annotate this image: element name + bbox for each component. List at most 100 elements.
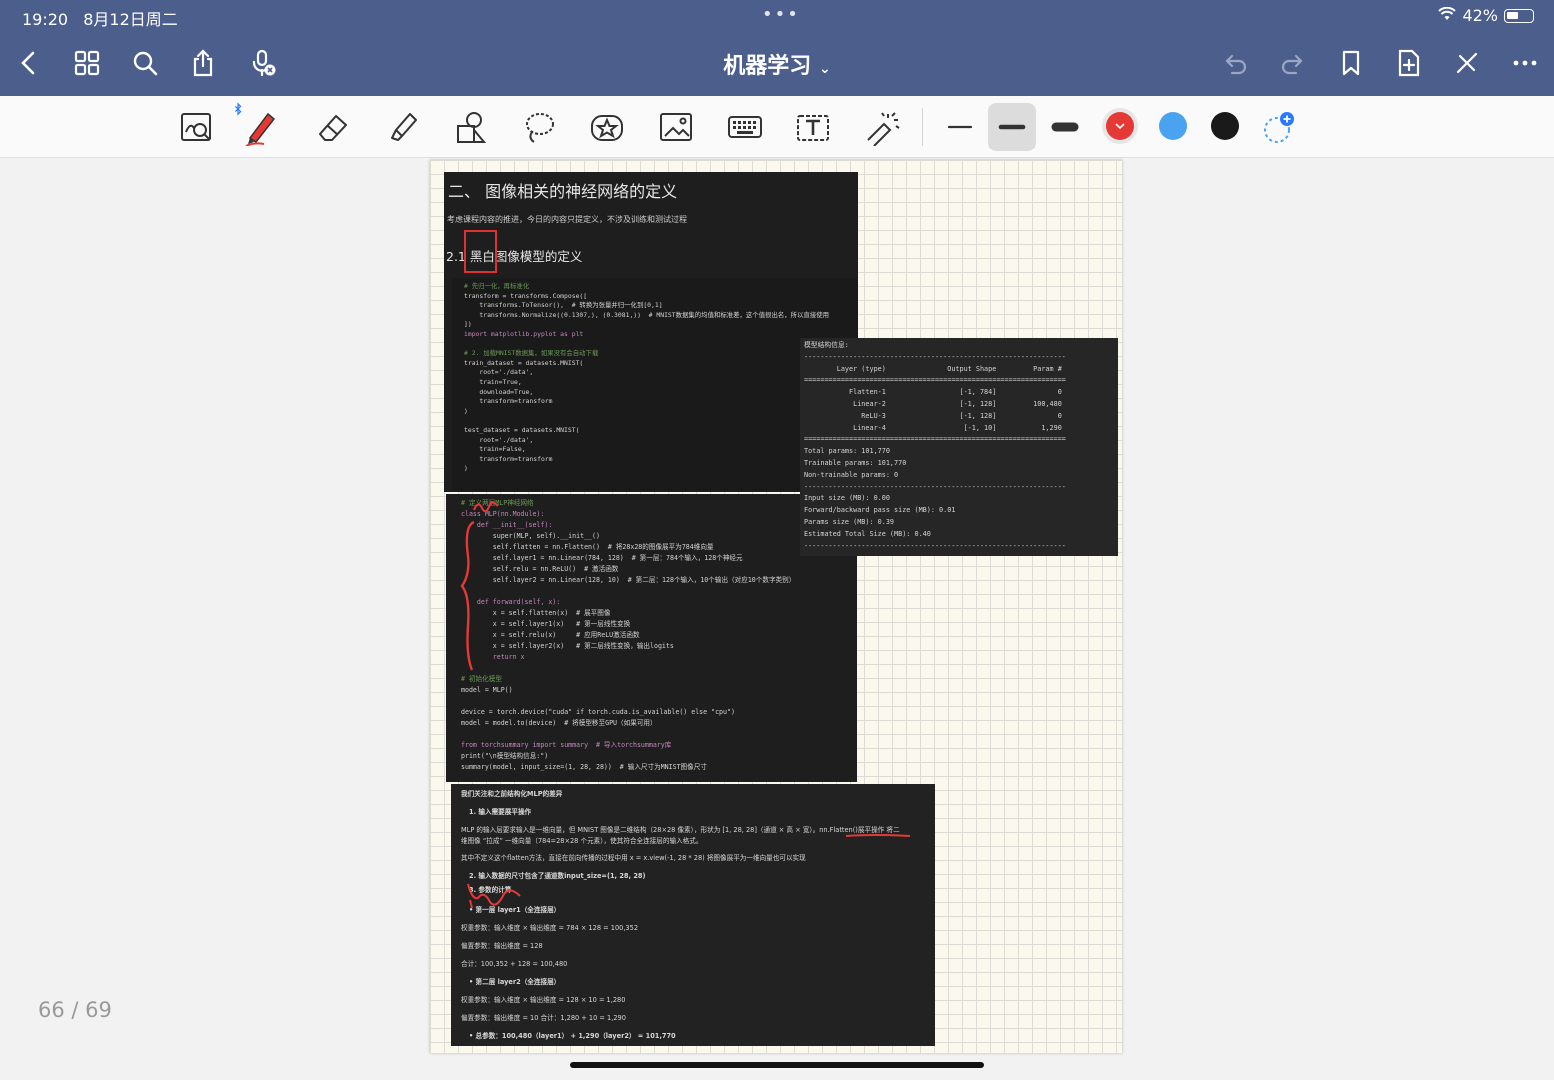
back-icon[interactable]: [12, 46, 46, 80]
code-line: # 2. 加载MNIST数据集，如果没有会自动下载: [464, 349, 599, 358]
code-line: ]): [464, 320, 472, 329]
summary-line: Layer (type) Output Shape Param #: [804, 364, 1062, 373]
code-line: model = model.to(device) # 将模型移至GPU（如果可用…: [461, 719, 657, 727]
code-line: # 初始化模型: [461, 675, 502, 683]
grid-view-icon[interactable]: [70, 46, 104, 80]
notebook-page[interactable]: 二、 图像相关的神经网络的定义 考虑课程内容的推进，今日的内容只提定义，不涉及训…: [430, 160, 1122, 1053]
note-line: 我们关注和之前结构化MLP的差异: [461, 790, 563, 798]
code-line: ): [464, 406, 468, 415]
code-line: x = self.layer2(x) # 第二层线性变换，输出logits: [461, 642, 674, 650]
add-color-icon[interactable]: [1254, 104, 1300, 150]
stroke-thin-icon[interactable]: [937, 104, 983, 150]
code-line: return x: [461, 653, 525, 661]
battery-icon: [1504, 8, 1534, 23]
note-line: 维图像 “拉成” 一维向量（784=28×28 个元素），使其符合全连接层的输入…: [461, 837, 703, 845]
highlighter-icon[interactable]: [380, 104, 426, 150]
close-pen-icon[interactable]: [1450, 46, 1484, 80]
code-line: # 定义两层MLP神经网络: [461, 499, 534, 507]
redo-icon[interactable]: [1276, 46, 1310, 80]
color-red-swatch[interactable]: [1106, 112, 1134, 140]
text-box-icon[interactable]: [790, 104, 836, 150]
document-title[interactable]: 机器学习 ⌄: [723, 54, 830, 79]
code-line: class MLP(nn.Module):: [461, 510, 545, 518]
image-icon[interactable]: [653, 104, 699, 150]
pasted-screenshot-dataset-code[interactable]: 二、 图像相关的神经网络的定义 考虑课程内容的推进，今日的内容只提定义，不涉及训…: [444, 172, 858, 492]
pasted-screenshot-model-summary[interactable]: 模型结构信息: ---------------------------------…: [800, 338, 1118, 556]
summary-lines: 模型结构信息: ---------------------------------…: [804, 340, 1066, 552]
note-line: 合计：100,352 + 128 = 100,480: [461, 960, 568, 968]
share-icon[interactable]: [186, 46, 220, 80]
note-line: 偏置参数：输出维度 = 10 合计：1,280 + 10 = 1,290: [461, 1014, 626, 1022]
code-line: transforms.Normalize((0.1307,), (0.3081,…: [464, 310, 829, 319]
code-line: transform = transforms.Compose([: [464, 291, 588, 300]
undo-icon[interactable]: [1218, 46, 1252, 80]
stroke-thick-icon[interactable]: [1042, 104, 1088, 150]
code-line: x = self.flatten(x) # 展平图像: [461, 609, 611, 617]
summary-line: Linear-4 [-1, 10] 1,290: [804, 423, 1062, 432]
code-line: from torchsummary import summary # 导入tor…: [461, 741, 672, 749]
code-line: # 先归一化，再标准化: [464, 282, 530, 290]
sticker-icon[interactable]: [584, 104, 630, 150]
chevron-down-icon: [1115, 123, 1125, 130]
multitasking-dots-icon[interactable]: •••: [762, 4, 800, 25]
chevron-down-icon: ⌄: [818, 61, 831, 77]
summary-line: ========================================…: [804, 435, 1066, 444]
stroke-medium-icon[interactable]: [988, 103, 1036, 151]
drawing-toolbar: [0, 96, 1554, 158]
home-indicator[interactable]: [570, 1062, 984, 1068]
summary-line: Total params: 101,770: [804, 447, 890, 456]
status-date: 8月12日周二: [83, 10, 178, 29]
code-line: import matplotlib.pyplot as plt: [464, 329, 584, 338]
summary-line: Input size (MB): 0.00: [804, 494, 890, 503]
search-icon[interactable]: [128, 46, 162, 80]
handwritten-red-bracket: [460, 501, 499, 671]
summary-line: Params size (MB): 0.39: [804, 517, 895, 526]
lasso-icon[interactable]: [516, 104, 562, 150]
summary-line: ----------------------------------------…: [804, 541, 1066, 550]
code-line: summary(model, input_size=(1, 28, 28)) #…: [461, 763, 707, 771]
summary-line: Trainable params: 101,770: [804, 458, 907, 467]
document-title-wrap: 机器学习 ⌄: [0, 48, 1554, 80]
note-line: 权重参数：输入维度 × 输出维度 = 784 × 128 = 100,352: [461, 924, 639, 932]
more-icon[interactable]: [1508, 46, 1542, 80]
status-bar: 19:20 8月12日周二: [22, 6, 178, 30]
code-line: self.layer2 = nn.Linear(128, 10) # 第二层：1…: [461, 576, 796, 584]
summary-line: ReLU-3 [-1, 128] 0: [804, 411, 1062, 420]
code-line: x = self.layer1(x) # 第一层线性变换: [461, 620, 631, 628]
color-black-swatch[interactable]: [1211, 112, 1239, 140]
handwritten-red-wave: [467, 883, 521, 909]
microphone-off-icon[interactable]: [246, 46, 280, 80]
color-blue-swatch[interactable]: [1159, 112, 1187, 140]
code-line: train=True,: [464, 377, 522, 386]
section-heading: 二、 图像相关的神经网络的定义: [448, 182, 678, 201]
document-title-text: 机器学习: [723, 54, 812, 79]
code-line: train_dataset = datasets.MNIST(: [464, 358, 584, 367]
code-line: download=True,: [464, 387, 534, 396]
note-line: 偏置参数：输出维度 = 128: [461, 942, 543, 950]
code-line: device = torch.device("cuda" if torch.cu…: [461, 708, 735, 716]
code-line: transforms.ToTensor(), # 转换为张量并归一化到[0,1]: [464, 301, 663, 310]
summary-line: Non-trainable params: 0: [804, 470, 899, 479]
zoom-window-icon[interactable]: [174, 104, 220, 150]
eraser-icon[interactable]: [310, 104, 356, 150]
code-line: test_dataset = datasets.MNIST(: [464, 425, 580, 434]
shapes-icon[interactable]: [448, 104, 494, 150]
laser-pointer-icon[interactable]: [858, 104, 904, 150]
code-line: def forward(self, x):: [461, 598, 561, 606]
code-lines: # 定义两层MLP神经网络 class MLP(nn.Module): def _…: [461, 498, 795, 773]
keyboard-icon[interactable]: [722, 104, 768, 150]
summary-line: 模型结构信息:: [804, 341, 849, 349]
bookmark-icon[interactable]: [1334, 46, 1368, 80]
code-line: super(MLP, self).__init__(): [461, 532, 600, 540]
code-line: self.relu = nn.ReLU() # 激活函数: [461, 565, 619, 573]
code-line: self.layer1 = nn.Linear(784, 128) # 第一层：…: [461, 554, 743, 562]
code-line: print("\n模型结构信息:"): [461, 752, 549, 760]
code-line: transform=transform: [464, 397, 553, 406]
summary-line: Linear-2 [-1, 128] 100,480: [804, 399, 1062, 408]
add-page-icon[interactable]: [1392, 46, 1426, 80]
